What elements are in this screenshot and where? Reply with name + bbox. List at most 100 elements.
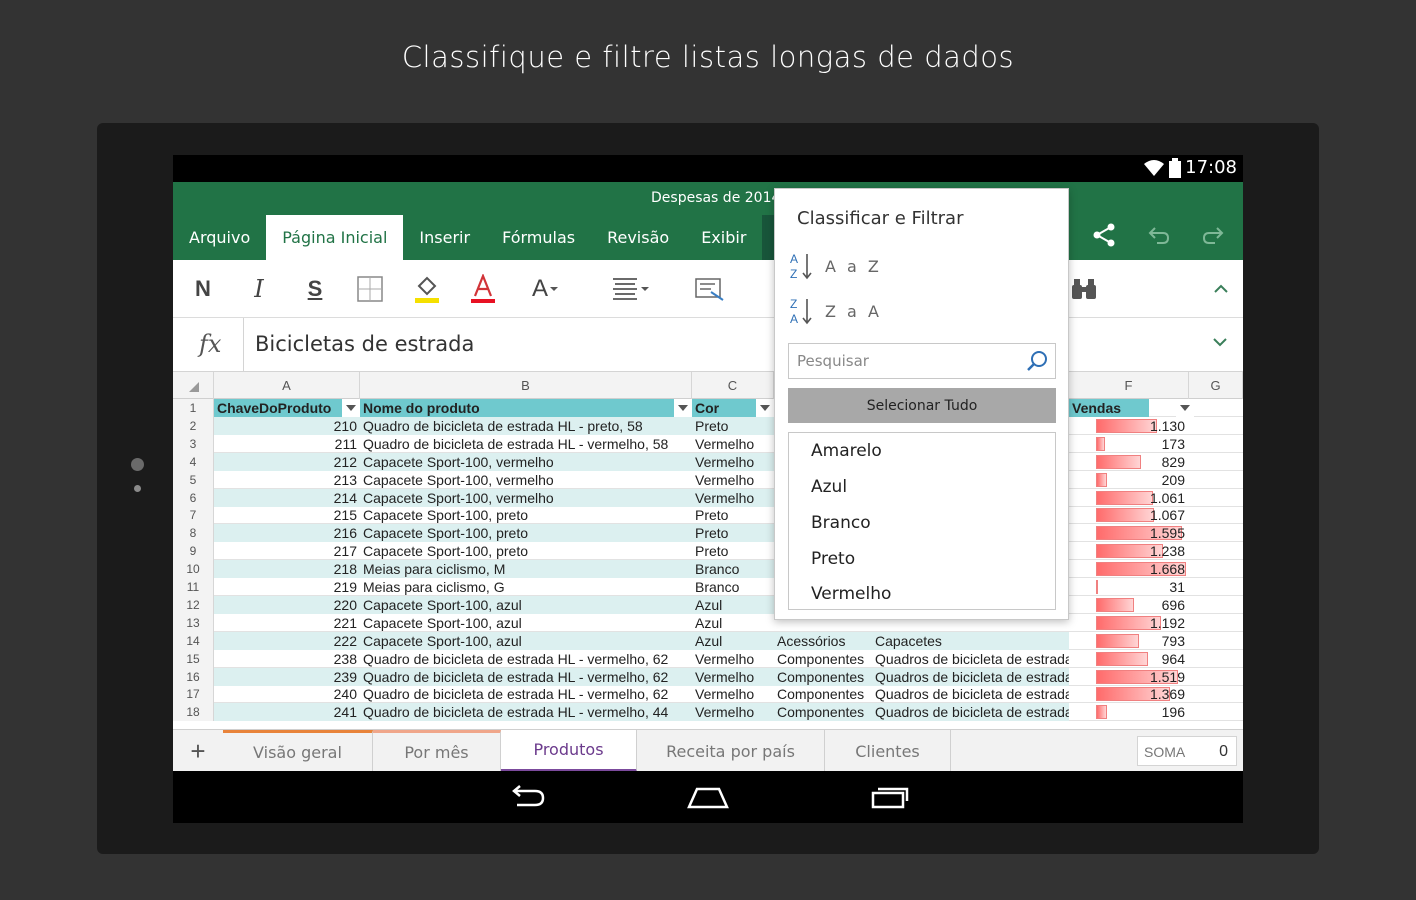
collapse-ribbon-button[interactable] [1209, 270, 1233, 308]
cell-vendas[interactable]: 1.668 [1096, 560, 1188, 578]
row-number[interactable]: 10 [173, 560, 214, 579]
tab-pagina-inicial[interactable]: Página Inicial [266, 215, 404, 260]
cell-categoria[interactable]: Acessórios [774, 631, 872, 650]
cell-vendas[interactable]: 1.061 [1096, 489, 1188, 507]
select-all-corner[interactable] [173, 372, 214, 399]
cell-chave[interactable]: 238 [214, 650, 360, 668]
cell-cor[interactable]: Preto [692, 524, 774, 543]
row-number[interactable]: 13 [173, 613, 214, 632]
row-number[interactable]: 7 [173, 506, 214, 525]
cell-vendas[interactable]: 964 [1096, 650, 1188, 668]
cell-chave[interactable]: 211 [214, 435, 360, 453]
cell-vendas[interactable]: 196 [1096, 703, 1188, 721]
find-button[interactable] [1069, 270, 1099, 308]
sheet-tab-receita-por-pais[interactable]: Receita por país [637, 730, 825, 772]
cell-vendas[interactable]: 696 [1096, 596, 1188, 614]
underline-button[interactable]: S [301, 270, 329, 308]
cell-cor[interactable]: Branco [692, 560, 774, 579]
cell-chave[interactable]: 219 [214, 578, 360, 596]
cell-chave[interactable]: 240 [214, 685, 360, 703]
cell-subcategoria[interactable]: Capacetes [872, 631, 1069, 650]
cell-cor[interactable]: Azul [692, 631, 774, 650]
cell-nome[interactable]: Capacete Sport-100, azul [360, 595, 692, 614]
column-header-b[interactable]: B [360, 372, 692, 399]
filter-search-input[interactable] [789, 344, 1019, 378]
cell-vendas[interactable]: 793 [1096, 632, 1188, 650]
cell-categoria[interactable]: Componentes [774, 703, 872, 722]
cell-chave[interactable]: 212 [214, 452, 360, 471]
sum-indicator[interactable]: SOMA 0 [1137, 736, 1237, 766]
row-number[interactable]: 16 [173, 667, 214, 686]
column-header-g[interactable]: G [1189, 372, 1243, 399]
tab-revisao[interactable]: Revisão [591, 215, 685, 260]
row-number[interactable]: 5 [173, 470, 214, 489]
sheet-tab-visao-geral[interactable]: Visão geral [223, 730, 373, 772]
row-number[interactable]: 6 [173, 488, 214, 507]
cell-nome[interactable]: Quadro de bicicleta de estrada HL - verm… [360, 650, 692, 668]
cell-cor[interactable]: Vermelho [692, 488, 774, 507]
cell-subcategoria[interactable]: Quadros de bicicleta de estrada [872, 703, 1069, 722]
cell-cor[interactable]: Azul [692, 595, 774, 614]
cell-cor[interactable]: Vermelho [692, 685, 774, 703]
row-number[interactable]: 11 [173, 578, 214, 596]
cell-vendas[interactable]: 1.369 [1096, 685, 1188, 703]
cell-cor[interactable]: Vermelho [692, 471, 774, 489]
italic-button[interactable]: I [245, 270, 273, 308]
filter-value-amarelo[interactable]: Amarelo [811, 437, 882, 465]
cell-vendas[interactable]: 1.192 [1096, 614, 1188, 632]
row-number[interactable]: 18 [173, 703, 214, 722]
cell-nome[interactable]: Quadro de bicicleta de estrada HL - verm… [360, 703, 692, 722]
cell-vendas[interactable]: 173 [1096, 435, 1188, 453]
borders-button[interactable] [355, 270, 385, 308]
share-icon[interactable] [1091, 222, 1117, 248]
home-button[interactable] [684, 781, 732, 813]
cell-vendas[interactable]: 209 [1096, 471, 1188, 489]
cell-cor[interactable]: Branco [692, 578, 774, 596]
cell-nome[interactable]: Quadro de bicicleta de estrada HL - verm… [360, 435, 692, 453]
cell-chave[interactable]: 218 [214, 560, 360, 579]
tab-inserir[interactable]: Inserir [403, 215, 486, 260]
cell-chave[interactable]: 214 [214, 488, 360, 507]
select-all-button[interactable]: Selecionar Tudo [788, 388, 1056, 423]
filter-dropdown-nome[interactable] [674, 399, 692, 417]
align-button[interactable] [609, 270, 653, 308]
cell-cor[interactable]: Vermelho [692, 667, 774, 686]
cell-cor[interactable]: Vermelho [692, 435, 774, 453]
cell-cor[interactable]: Preto [692, 506, 774, 524]
cell-vendas[interactable]: 1.519 [1096, 668, 1188, 686]
cell-vendas[interactable]: 1.130 [1096, 417, 1188, 435]
undo-icon[interactable] [1147, 225, 1171, 245]
row-number[interactable]: 9 [173, 542, 214, 561]
sheet-tab-clientes[interactable]: Clientes [825, 730, 951, 772]
cell-chave[interactable]: 217 [214, 542, 360, 560]
cell-cor[interactable]: Preto [692, 416, 774, 435]
sort-ascending-button[interactable]: A Z A a Z [789, 249, 882, 283]
column-header-f[interactable]: F [1069, 372, 1189, 399]
cell-nome[interactable]: Capacete Sport-100, vermelho [360, 452, 692, 471]
sheet-tab-por-mes[interactable]: Por mês [373, 730, 501, 772]
cell-nome[interactable]: Capacete Sport-100, azul [360, 631, 692, 650]
column-header-c[interactable]: C [692, 372, 774, 399]
filter-value-azul[interactable]: Azul [811, 473, 847, 501]
sheet-tab-produtos[interactable]: Produtos [501, 730, 637, 772]
spreadsheet-grid[interactable]: A B C F G 1 ChaveDoProduto Nome do produ… [173, 372, 1243, 729]
sort-descending-button[interactable]: Z A Z a A [789, 294, 882, 328]
row-number[interactable]: 1 [173, 399, 214, 417]
formula-input[interactable]: Bicicletas de estrada [255, 332, 474, 356]
cell-chave[interactable]: 216 [214, 524, 360, 543]
redo-icon[interactable] [1201, 225, 1225, 245]
row-number[interactable]: 17 [173, 685, 214, 704]
cell-nome[interactable]: Capacete Sport-100, preto [360, 542, 692, 560]
back-button[interactable] [503, 781, 551, 813]
cell-categoria[interactable]: Componentes [774, 650, 872, 668]
cell-chave[interactable]: 213 [214, 471, 360, 489]
cell-vendas[interactable]: 829 [1096, 453, 1188, 471]
cell-subcategoria[interactable]: Quadros de bicicleta de estrada [872, 650, 1069, 668]
header-chave[interactable]: ChaveDoProduto [214, 399, 360, 417]
row-number[interactable]: 8 [173, 524, 214, 543]
cell-cor[interactable]: Preto [692, 542, 774, 560]
filter-value-vermelho[interactable]: Vermelho [811, 580, 891, 608]
tab-formulas[interactable]: Fórmulas [486, 215, 591, 260]
cell-nome[interactable]: Meias para ciclismo, G [360, 578, 692, 596]
cell-nome[interactable]: Quadro de bicicleta de estrada HL - verm… [360, 667, 692, 686]
